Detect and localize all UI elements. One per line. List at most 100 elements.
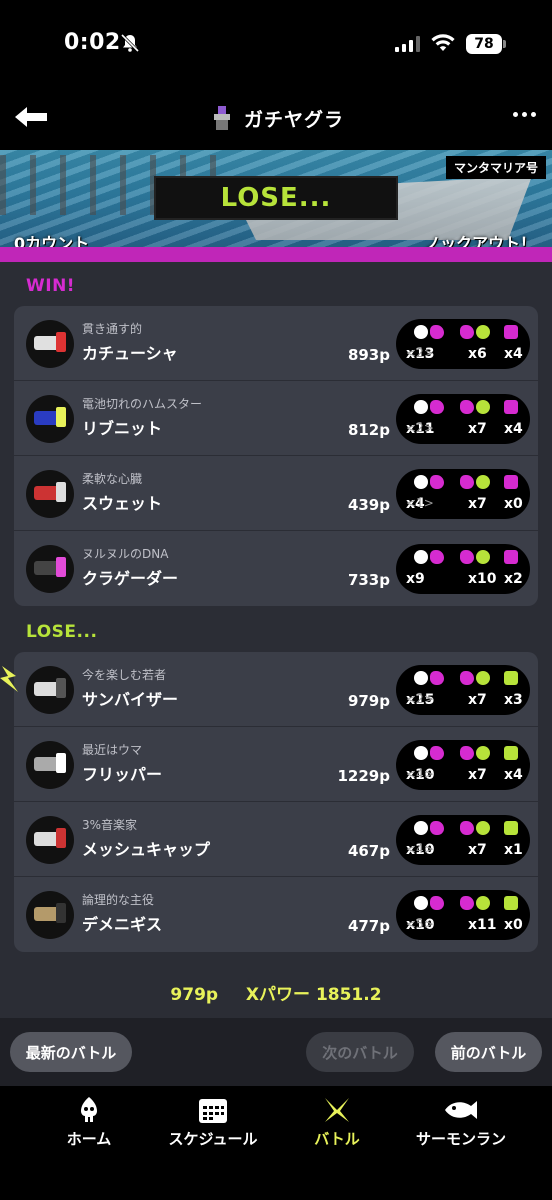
player-stats: x11 <2> x7 x4 [396, 394, 530, 444]
more-options-icon[interactable] [513, 112, 536, 117]
tab-salmon-run[interactable]: サーモンラン [392, 1096, 530, 1149]
special-count: x2 [504, 571, 523, 587]
latest-battle-button[interactable]: 最新のバトル [10, 1032, 132, 1072]
player-row[interactable]: 柔軟な心臓 スウェット 439p x4 <1> x7 x0 [14, 456, 538, 531]
player-row[interactable]: 貫き通す的 カチューシャ 893p x13 <2> x6 x4 [14, 306, 538, 381]
weapon-icon [26, 545, 74, 593]
stage-name: マンタマリア号 [445, 156, 546, 179]
player-title: 3%音楽家 [82, 818, 138, 832]
status-time: 0:02 [64, 30, 121, 55]
player-title: 柔軟な心臓 [82, 472, 143, 486]
special-kill-count: x7 [468, 767, 487, 783]
player-points: 812p [347, 421, 390, 439]
win-team-card: 貫き通す的 カチューシャ 893p x13 <2> x6 x4 電池切れのハムスター リブニット… [14, 306, 538, 606]
special-kill-icon [460, 896, 474, 910]
special-weapon-icon [504, 671, 518, 685]
player-points: 893p [347, 346, 390, 364]
ink-splat-icon [430, 821, 444, 835]
weapon-icon [26, 891, 74, 939]
kill-icon [414, 821, 428, 835]
special-kill-count: x7 [468, 692, 487, 708]
battle-icon [325, 1098, 349, 1122]
battle-detail: WIN! 貫き通す的 カチューシャ 893p x13 <2> x6 x4 電池切れのハムスター… [0, 262, 552, 1082]
player-row[interactable]: 最近はウマ フリッパー 1229p x10 <4> x7 x4 [14, 727, 538, 802]
weapon-icon [26, 320, 74, 368]
banner-color-strip [0, 247, 552, 262]
weapon-icon [26, 666, 74, 714]
player-stats: x10 <4> x7 x1 [396, 815, 530, 865]
player-row[interactable]: 3%音楽家 メッシュキャップ 467p x10 <4> x7 x1 [14, 802, 538, 877]
player-points: 1229p [337, 767, 391, 785]
signal-icon [395, 36, 420, 52]
special-count: x1 [504, 842, 523, 858]
app-header: ガチヤグラ [0, 90, 552, 150]
summary-points: 979p [170, 985, 219, 1005]
tab-home-label: ホーム [66, 1130, 112, 1148]
player-name: クラゲーダー [82, 569, 179, 588]
assist-icon [476, 475, 490, 489]
previous-battle-button[interactable]: 前のバトル [435, 1032, 542, 1072]
special-count: x3 [504, 692, 523, 708]
tab-home[interactable]: ホーム [20, 1096, 158, 1149]
special-kill-count: x7 [468, 496, 487, 512]
player-row[interactable]: 電池切れのハムスターリブニット 812p x11 <2> x7 x4 [14, 381, 538, 456]
tab-schedule[interactable]: スケジュール [144, 1096, 282, 1149]
player-row[interactable]: ヌルヌルのDNA クラゲーダー 733p x9 x10 x2 [14, 531, 538, 606]
player-title: 最近はウマ [82, 743, 143, 757]
special-weapon-icon [504, 821, 518, 835]
kill-icon [414, 550, 428, 564]
tab-bar: ホーム スケジュール バトル サーモンラン [0, 1086, 552, 1200]
battery-indicator: 78 [466, 34, 506, 54]
special-kill-icon [460, 671, 474, 685]
calendar-icon [199, 1099, 227, 1123]
player-name: リブニット [82, 419, 163, 438]
special-kill-count: x6 [468, 346, 487, 362]
ink-splat-icon [430, 671, 444, 685]
player-points: 467p [347, 842, 390, 860]
ink-splat-icon [430, 400, 444, 414]
result-box: LOSE... [154, 176, 398, 220]
player-stats: x10 <5> x11 x0 [396, 890, 530, 940]
header-title-group: ガチヤグラ [0, 104, 552, 132]
kill-icon [414, 400, 428, 414]
player-stats: x9 x10 x2 [396, 544, 530, 594]
special-weapon-icon [504, 896, 518, 910]
ink-splat-icon [430, 746, 444, 760]
player-title: 電池切れのハムスター [82, 397, 203, 411]
lose-team-card: 今を楽しむ若者 サンバイザー 979p x15 <2> x7 x3 最近はウマ フリッパー 122… [14, 652, 538, 952]
tab-battle-label: バトル [314, 1130, 360, 1148]
next-battle-button[interactable]: 次のバトル [306, 1032, 414, 1072]
special-kill-icon [460, 821, 474, 835]
weapon-icon [26, 816, 74, 864]
special-kill-icon [460, 550, 474, 564]
player-points: 477p [347, 917, 390, 935]
win-team-label: WIN! [26, 276, 76, 296]
special-kill-icon [460, 475, 474, 489]
special-weapon-icon [504, 325, 518, 339]
kill-icon [414, 325, 428, 339]
special-kill-icon [460, 325, 474, 339]
kill-icon [414, 746, 428, 760]
player-points: 733p [347, 571, 390, 589]
player-title: ヌルヌルのDNA [82, 547, 169, 561]
player-row[interactable]: 今を楽しむ若者 サンバイザー 979p x15 <2> x7 x3 [14, 652, 538, 727]
player-name: カチューシャ [82, 344, 178, 363]
special-count: x0 [504, 917, 523, 933]
tab-battle[interactable]: バトル [268, 1096, 406, 1149]
special-weapon-icon [504, 475, 518, 489]
player-name: デメニギス [82, 915, 163, 934]
weapon-icon [26, 741, 74, 789]
player-name: サンバイザー [82, 690, 179, 709]
assist-icon [476, 671, 490, 685]
player-points: 439p [347, 496, 390, 514]
tab-schedule-label: スケジュール [168, 1130, 258, 1148]
ink-splat-icon [430, 896, 444, 910]
player-stats: x13 <2> x6 x4 [396, 319, 530, 369]
special-kill-count: x7 [468, 842, 487, 858]
player-row[interactable]: 論理的な主役デメニギス 477p x10 <5> x11 x0 [14, 877, 538, 952]
player-name: スウェット [82, 494, 163, 513]
weapon-icon [26, 470, 74, 518]
assist-icon [476, 821, 490, 835]
player-title: 論理的な主役 [82, 893, 155, 907]
ink-splat-icon [430, 550, 444, 564]
